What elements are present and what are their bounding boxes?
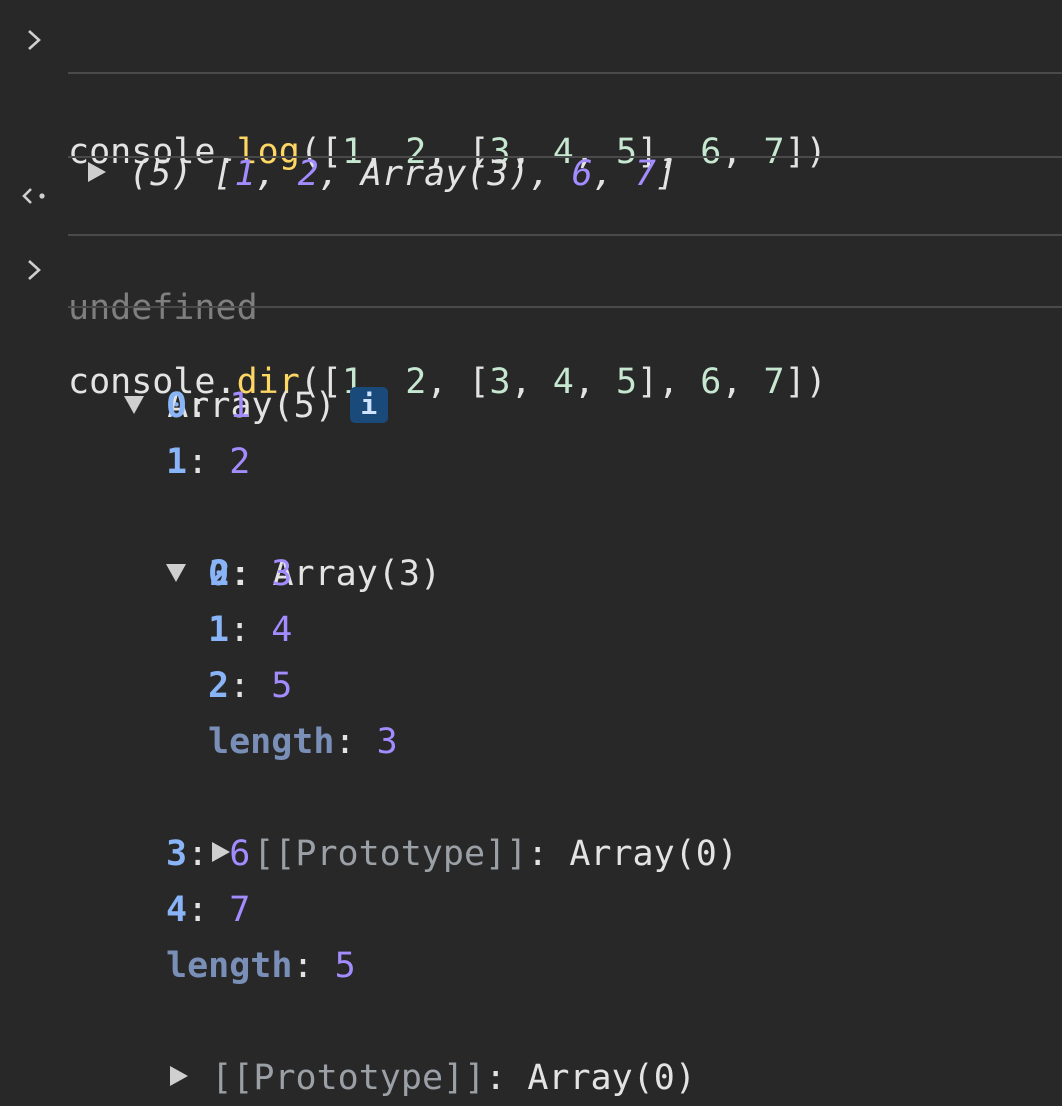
nested-item-1[interactable]: 1: 4 <box>208 602 292 658</box>
tree-item-2-nested[interactable]: 2: Array(3) <box>122 490 441 594</box>
console-input-dir[interactable]: console.dir([1, 2, [3, 4, 5], 6, 7]) <box>0 242 1062 402</box>
separator <box>68 72 1062 74</box>
triangle-right-icon[interactable] <box>166 1064 190 1088</box>
separator <box>68 234 1062 236</box>
tree-prototype[interactable]: [[Prototype]]: Array(0) <box>124 994 696 1098</box>
console-input-log[interactable]: console.log([1, 2, [3, 4, 5], 6, 7]) <box>0 12 1062 172</box>
nested-length[interactable]: length: 3 <box>208 714 398 770</box>
tree-item-1[interactable]: 1: 2 <box>166 434 250 490</box>
tree-item-0[interactable]: 0: 1 <box>166 378 250 434</box>
nested-item-2[interactable]: 2: 5 <box>208 658 292 714</box>
tree-length[interactable]: length: 5 <box>166 938 356 994</box>
log-output-row[interactable]: (5) [1, 2, Array(3), 6, 7] <box>0 90 1062 194</box>
tree-item-3[interactable]: 3: 6 <box>166 826 250 882</box>
chevron-right-icon <box>28 30 41 50</box>
triangle-down-icon[interactable] <box>164 560 188 584</box>
tree-root-array[interactable]: Array(5) i <box>80 322 388 426</box>
nested-item-0[interactable]: 0: 3 <box>208 546 292 602</box>
return-arrow-icon <box>22 188 45 204</box>
return-value-row: undefined <box>0 168 1062 328</box>
separator <box>68 156 1062 158</box>
nested-prototype[interactable]: [[Prototype]]: Array(0) <box>166 770 738 874</box>
tree-item-4[interactable]: 4: 7 <box>166 882 250 938</box>
separator <box>68 306 1062 308</box>
info-icon[interactable]: i <box>349 387 388 423</box>
triangle-down-icon[interactable] <box>122 392 146 416</box>
chevron-right-icon <box>28 260 41 280</box>
